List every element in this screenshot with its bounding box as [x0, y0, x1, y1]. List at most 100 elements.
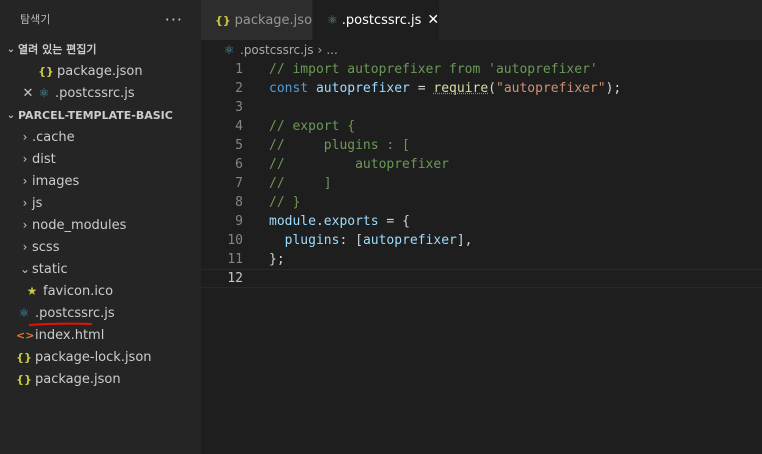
- folder-cache[interactable]: › .cache: [0, 126, 201, 148]
- json-file-icon: {}: [16, 350, 32, 364]
- chevron-right-icon: ›: [22, 240, 28, 254]
- chevron-down-icon: ⌄: [19, 262, 31, 276]
- folder-label: static: [32, 261, 68, 277]
- file-package-lock[interactable]: {} package-lock.json: [0, 346, 201, 368]
- chevron-down-icon: ⌄: [6, 109, 16, 121]
- react-file-icon: ⚛: [38, 86, 50, 100]
- project-section[interactable]: ⌄ PARCEL-TEMPLATE-BASIC: [0, 104, 201, 126]
- folder-static[interactable]: ⌄ static: [0, 258, 201, 280]
- file-label: index.html: [35, 327, 105, 343]
- code-line: 2 const autoprefixer = require("autoprefi…: [201, 79, 762, 98]
- code-text: module.exports = {: [269, 214, 410, 229]
- file-favicon[interactable]: ★ favicon.ico: [0, 280, 201, 302]
- file-label: package-lock.json: [35, 349, 152, 365]
- code-text: };: [269, 252, 285, 267]
- tab-label: .postcssrc.js: [341, 12, 422, 28]
- close-icon[interactable]: ✕: [20, 86, 36, 101]
- code-text: // export {: [269, 119, 356, 134]
- code-text: plugins: [autoprefixer],: [284, 233, 473, 248]
- tab-postcssrc[interactable]: ⚛ .postcssrc.js ✕: [313, 0, 439, 40]
- more-actions-icon[interactable]: ···: [165, 10, 183, 29]
- file-label: favicon.ico: [43, 283, 114, 299]
- line-number: 6: [235, 157, 243, 172]
- code-text: // import autoprefixer from 'autoprefixe…: [269, 62, 598, 77]
- line-number: 8: [235, 195, 243, 210]
- code-line: 3: [201, 98, 762, 117]
- line-number: 12: [227, 271, 243, 286]
- json-file-icon: {}: [16, 372, 32, 386]
- file-label: package.json: [35, 371, 121, 387]
- explorer-title: 탐색기: [20, 13, 51, 26]
- code-text: // ]: [269, 176, 332, 191]
- code-text: // autoprefixer: [269, 157, 450, 172]
- json-file-icon: {}: [38, 64, 54, 78]
- breadcrumb-file[interactable]: .postcssrc.js: [240, 43, 314, 57]
- line-number: 3: [235, 100, 243, 115]
- code-text: const autoprefixer = require("autoprefix…: [269, 81, 622, 96]
- code-line: 5 // plugins : [: [201, 136, 762, 155]
- file-package-json[interactable]: {} package.json: [0, 368, 201, 390]
- code-line: 4 // export {: [201, 117, 762, 136]
- file-index-html[interactable]: <> index.html: [0, 324, 201, 346]
- star-icon: ★: [26, 284, 38, 298]
- folder-node-modules[interactable]: › node_modules: [0, 214, 201, 236]
- code-editor[interactable]: 1 // import autoprefixer from 'autoprefix…: [201, 60, 762, 288]
- folder-images[interactable]: › images: [0, 170, 201, 192]
- react-file-icon: ⚛: [327, 13, 338, 27]
- file-postcssrc[interactable]: ⚛ .postcssrc.js: [0, 302, 201, 324]
- code-line: 11};: [201, 250, 762, 269]
- code-text: // }: [269, 195, 301, 210]
- code-line: 7 // ]: [201, 174, 762, 193]
- html-file-icon: <>: [16, 328, 35, 342]
- json-file-icon: {}: [215, 13, 231, 27]
- chevron-right-icon: ›: [22, 130, 28, 144]
- line-number: 5: [235, 138, 243, 153]
- line-number: 9: [235, 214, 243, 229]
- project-title: PARCEL-TEMPLATE-BASIC: [18, 108, 173, 122]
- code-line: 10 plugins: [autoprefixer],: [201, 231, 762, 250]
- react-file-icon: ⚛: [223, 43, 235, 57]
- chevron-right-icon: ›: [22, 174, 28, 188]
- folder-dist[interactable]: › dist: [0, 148, 201, 170]
- explorer-sidebar: 탐색기 ··· ⌄ 열려 있는 편집기 {} package.json ✕ ⚛ …: [0, 0, 201, 454]
- code-line: 6 // autoprefixer: [201, 155, 762, 174]
- chevron-right-icon: ›: [22, 196, 28, 210]
- open-editor-label: .postcssrc.js: [55, 85, 135, 101]
- chevron-right-icon: ›: [22, 152, 28, 166]
- react-file-icon: ⚛: [18, 306, 30, 320]
- folder-label: scss: [32, 239, 60, 255]
- open-editors-title: 열려 있는 편집기: [18, 43, 97, 56]
- line-number: 1: [235, 62, 243, 77]
- file-label: .postcssrc.js: [35, 305, 115, 321]
- code-line-current: 12: [201, 269, 762, 288]
- code-line: 1 // import autoprefixer from 'autoprefix…: [201, 60, 762, 79]
- line-number: 10: [227, 233, 243, 248]
- tab-bar: {} package.json ⚛ .postcssrc.js ✕: [201, 0, 762, 40]
- line-number: 7: [235, 176, 243, 191]
- open-editor-item-postcssrc[interactable]: ✕ ⚛ .postcssrc.js: [0, 82, 201, 104]
- red-underline-annotation: [28, 322, 93, 326]
- chevron-right-icon: ›: [22, 218, 28, 232]
- explorer-header: 탐색기 ···: [0, 0, 201, 38]
- line-number: 2: [235, 81, 243, 96]
- line-number: 4: [235, 119, 243, 134]
- breadcrumb: ⚛ .postcssrc.js › ...: [201, 40, 762, 60]
- folder-scss[interactable]: › scss: [0, 236, 201, 258]
- folder-js[interactable]: › js: [0, 192, 201, 214]
- close-icon[interactable]: ✕: [427, 12, 439, 28]
- editor-area: {} package.json ⚛ .postcssrc.js ✕ ⚛ .pos…: [201, 0, 762, 454]
- folder-label: dist: [32, 151, 56, 167]
- chevron-down-icon: ⌄: [6, 43, 16, 55]
- tab-label: package.json: [234, 12, 321, 28]
- code-text: // plugins : [: [269, 138, 410, 153]
- folder-label: images: [32, 173, 80, 189]
- folder-label: node_modules: [32, 217, 127, 233]
- open-editor-item-package-json[interactable]: {} package.json: [0, 60, 201, 82]
- tab-package-json[interactable]: {} package.json: [201, 0, 320, 40]
- open-editors-section[interactable]: ⌄ 열려 있는 편집기: [0, 38, 201, 60]
- code-line: 8 // }: [201, 193, 762, 212]
- code-line: 9 module.exports = {: [201, 212, 762, 231]
- breadcrumb-symbol[interactable]: ...: [326, 43, 337, 57]
- folder-label: js: [32, 195, 43, 211]
- line-number: 11: [227, 252, 243, 267]
